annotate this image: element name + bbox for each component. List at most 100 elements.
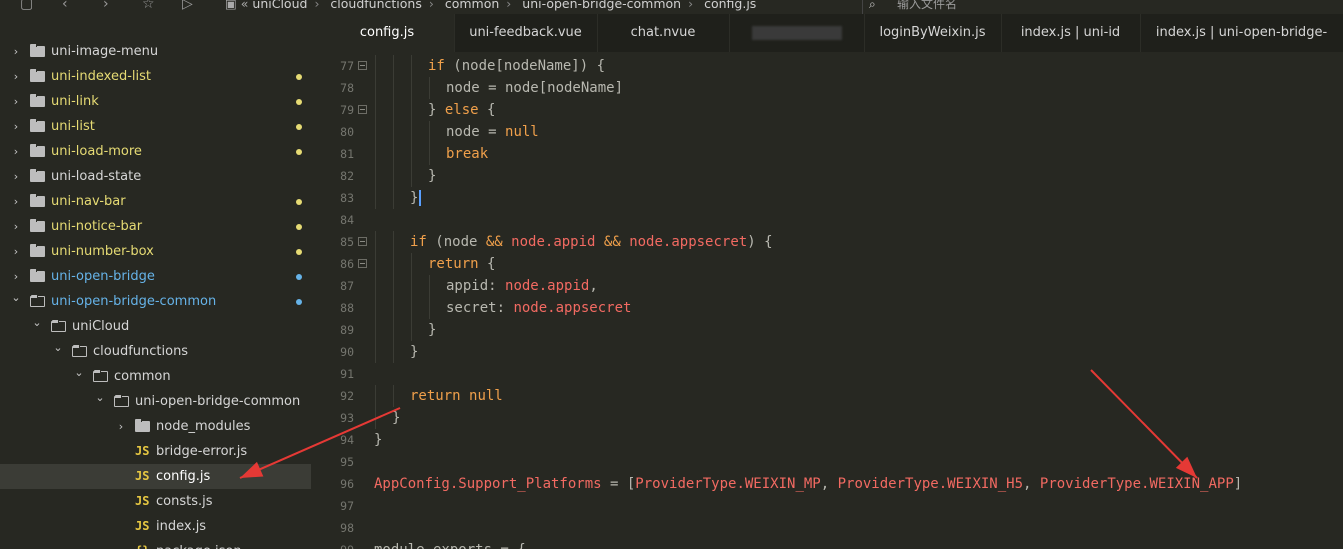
chevron-right-icon[interactable]: › [10, 89, 22, 114]
star-icon[interactable]: ☆ [142, 0, 155, 12]
tree-folder[interactable]: ⌄ uni-open-bridge-common [0, 289, 311, 314]
code-token: { [478, 256, 496, 272]
tree-folder[interactable]: › uni-list [0, 114, 311, 139]
tree-folder[interactable]: › uni-indexed-list [0, 64, 311, 89]
tree-folder[interactable]: › node_modules [0, 414, 311, 439]
editor-tab[interactable]: loginByWeixin.js [864, 14, 1002, 52]
code-line[interactable]: 95 [320, 451, 1343, 473]
tree-file[interactable]: JS consts.js [0, 489, 311, 514]
chevron-right-icon[interactable]: › [10, 214, 22, 239]
editor-tab[interactable] [729, 14, 865, 52]
code-token: } [410, 344, 419, 360]
chevron-down-icon[interactable]: ⌄ [73, 360, 85, 385]
search-placeholder: 输入文件名 [897, 0, 958, 11]
code-line[interactable]: 79} else { [320, 99, 1343, 121]
indent-guide [411, 253, 412, 275]
project-tree[interactable]: › uni-image-menu › uni-indexed-list › uni-lin… [0, 14, 321, 549]
home-icon[interactable]: ▣ « [225, 0, 252, 11]
back-icon[interactable]: ‹ [62, 0, 68, 12]
fold-toggle-icon[interactable] [358, 237, 367, 246]
code-line[interactable]: 86 return { [320, 253, 1343, 275]
fold-toggle-icon[interactable] [358, 259, 367, 268]
indent-guide [375, 187, 376, 209]
chevron-right-icon[interactable]: › [10, 139, 22, 164]
code-line[interactable]: 85 if (node && node.appid && node.appsecr… [320, 231, 1343, 253]
code-editor[interactable]: 77 if (node[nodeName]) {78 node = node[nod… [320, 52, 1343, 549]
code-line[interactable]: 91 [320, 363, 1343, 385]
code-token: secret: [446, 300, 514, 316]
tree-folder[interactable]: ⌄ common [0, 364, 311, 389]
code-token: && [603, 234, 621, 250]
chevron-down-icon[interactable]: ⌄ [31, 310, 43, 335]
tree-folder[interactable]: › uni-nav-bar [0, 189, 311, 214]
code-line[interactable]: 98 [320, 517, 1343, 539]
breadcrumb-item[interactable]: uniCloud [252, 0, 307, 11]
editor-tab[interactable]: uni-feedback.vue [454, 14, 598, 52]
code-token: node.appid [511, 234, 596, 250]
tree-folder[interactable]: › uni-number-box [0, 239, 311, 264]
code-token: , [820, 476, 838, 492]
tree-file[interactable]: JS config.js [0, 464, 311, 489]
tree-folder[interactable]: ⌄ uni-open-bridge-common [0, 389, 311, 414]
code-line[interactable]: 83} [320, 187, 1343, 209]
code-line[interactable]: 78 node = node[nodeName] [320, 77, 1343, 99]
breadcrumb-item[interactable]: cloudfunctions [330, 0, 421, 11]
chevron-right-icon[interactable]: › [10, 114, 22, 139]
breadcrumb-item[interactable]: uni-open-bridge-common [522, 0, 681, 11]
tree-folder[interactable]: ⌄ uniCloud [0, 314, 311, 339]
code-line[interactable]: 93} [320, 407, 1343, 429]
folder-open-icon [93, 370, 108, 382]
tree-folder[interactable]: › uni-notice-bar [0, 214, 311, 239]
editor-tab[interactable]: chat.nvue [597, 14, 730, 52]
chevron-right-icon[interactable]: › [10, 64, 22, 89]
editor-tab[interactable]: index.js | uni-id [1001, 14, 1141, 52]
tree-folder[interactable]: › uni-link [0, 89, 311, 114]
code-line[interactable]: 94} [320, 429, 1343, 451]
code-line[interactable]: 84 [320, 209, 1343, 231]
breadcrumb-item[interactable]: common [445, 0, 499, 11]
breadcrumb-item[interactable]: config.js [704, 0, 756, 11]
code-token: = [ [601, 476, 636, 492]
file-search-input[interactable]: ⌕ 输入文件名 [862, 0, 1343, 14]
fold-toggle-icon[interactable] [358, 61, 367, 70]
tree-file[interactable]: JS bridge-error.js [0, 439, 311, 464]
code-line[interactable]: 96 AppConfig.Support_Platforms = [Provide… [320, 473, 1343, 495]
tree-folder[interactable]: › uni-image-menu [0, 39, 311, 64]
chevron-down-icon[interactable]: ⌄ [10, 285, 22, 310]
code-line[interactable]: 90} [320, 341, 1343, 363]
tab-label: config.js [359, 25, 415, 40]
chevron-right-icon[interactable]: › [10, 189, 22, 214]
run-icon[interactable]: ▷ [182, 0, 193, 12]
code-line[interactable]: 82} [320, 165, 1343, 187]
tree-file[interactable]: {} package.json [0, 539, 311, 549]
code-line[interactable]: 88 secret: node.appsecret [320, 297, 1343, 319]
forward-icon[interactable]: › [103, 0, 109, 12]
tree-folder[interactable]: › uni-load-state [0, 164, 311, 189]
code-line[interactable]: 97 [320, 495, 1343, 517]
code-line[interactable]: 99 module.exports = { [320, 539, 1343, 549]
code-token: else [444, 102, 479, 118]
code-line[interactable]: 87 appid: node.appid, [320, 275, 1343, 297]
code-line[interactable]: 81 break [320, 143, 1343, 165]
chevron-right-icon[interactable]: › [10, 39, 22, 64]
chevron-right-icon[interactable]: › [10, 239, 22, 264]
code-line[interactable]: 89} [320, 319, 1343, 341]
editor-tab[interactable]: config.js [320, 14, 455, 52]
status-dot [296, 224, 302, 230]
chevron-down-icon[interactable]: ⌄ [52, 335, 64, 360]
tree-folder[interactable]: ⌄ cloudfunctions [0, 339, 311, 364]
code-line[interactable]: 80 node = null [320, 121, 1343, 143]
chevron-right-icon[interactable]: › [10, 164, 22, 189]
file-icon[interactable]: ▢ [20, 0, 33, 12]
fold-toggle-icon[interactable] [358, 105, 367, 114]
code-line[interactable]: 92 return null [320, 385, 1343, 407]
chevron-right-icon[interactable]: › [115, 414, 127, 439]
editor-tab[interactable]: index.js | uni-open-bridge- [1140, 14, 1343, 52]
tree-folder[interactable]: › uni-open-bridge [0, 264, 311, 289]
indent-guide [411, 121, 412, 143]
chevron-down-icon[interactable]: ⌄ [94, 385, 106, 410]
line-number: 77 [340, 59, 354, 73]
tree-file[interactable]: JS index.js [0, 514, 311, 539]
tree-folder[interactable]: › uni-load-more [0, 139, 311, 164]
code-line[interactable]: 77 if (node[nodeName]) { [320, 55, 1343, 77]
